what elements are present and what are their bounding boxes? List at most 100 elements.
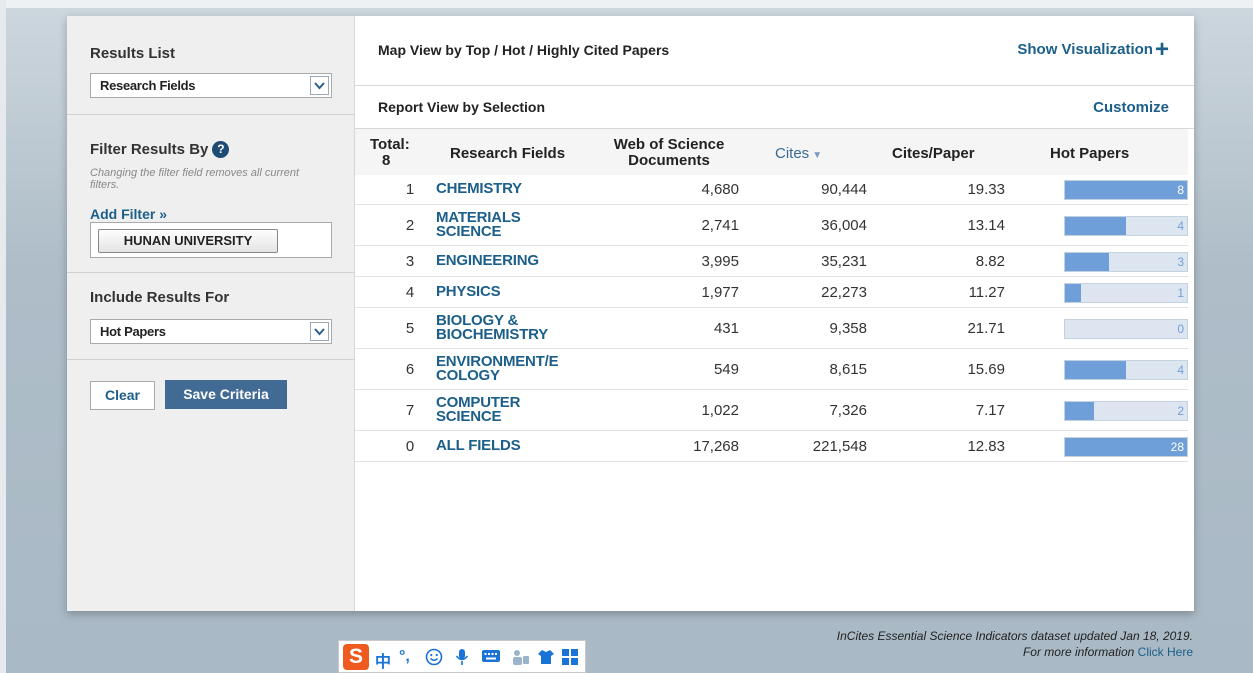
- main-panel: Results List Research Fields Filter Resu…: [67, 16, 1194, 611]
- hot-papers-bar: 3: [1064, 251, 1188, 272]
- tools-icon[interactable]: [511, 648, 531, 671]
- sidebar-divider: [67, 359, 355, 360]
- cites-cell: 22,273: [821, 283, 867, 301]
- cites-per-paper-cell: 15.69: [967, 360, 1005, 378]
- header-docs-line1: Web of Science: [613, 136, 725, 153]
- hot-papers-bar: 4: [1064, 359, 1188, 380]
- rank-cell: 6: [405, 360, 415, 378]
- research-field-link[interactable]: ENVIRONMENT/E COLOGY: [436, 354, 586, 384]
- research-field-label: ENGINEERING: [436, 251, 539, 269]
- hot-papers-count: 4: [1177, 362, 1184, 377]
- documents-cell: 1,022: [701, 401, 739, 419]
- filter-chip-hunan-university[interactable]: HUNAN UNIVERSITY: [98, 229, 278, 253]
- include-results-title: Include Results For: [90, 289, 230, 306]
- rank-cell: 4: [405, 283, 415, 301]
- chevron-down-icon[interactable]: [310, 76, 329, 95]
- table-row: 1 CHEMISTRY 4,680 90,444 19.33 8: [355, 175, 1188, 205]
- left-edge: [0, 0, 6, 673]
- cites-per-paper-cell: 19.33: [967, 181, 1005, 198]
- research-field-link[interactable]: MATERIALS SCIENCE: [436, 210, 586, 239]
- results-list-value: Research Fields: [100, 78, 196, 93]
- rank-cell: 7: [405, 401, 415, 419]
- ime-chinese-mode[interactable]: 中: [375, 648, 391, 672]
- header-wos-documents[interactable]: Web of Science Documents: [609, 137, 729, 169]
- smiley-icon[interactable]: [425, 648, 443, 671]
- header-cites-label: Cites: [775, 145, 810, 162]
- cites-cell: 90,444: [821, 181, 867, 198]
- cites-per-paper-cell: 21.71: [967, 319, 1005, 337]
- ime-punctuation[interactable]: °,: [399, 648, 410, 666]
- hot-papers-bar-fill: [1065, 437, 1187, 456]
- chevron-down-icon[interactable]: [310, 322, 329, 341]
- header-cites-per-paper[interactable]: Cites/Paper: [892, 146, 975, 162]
- table-row: 7 COMPUTER SCIENCE 1,022 7,326 7.17 2: [355, 390, 1188, 431]
- hot-papers-bar-fill: [1065, 216, 1126, 235]
- hot-papers-count: 2: [1177, 403, 1184, 418]
- include-results-value: Hot Papers: [100, 324, 166, 339]
- research-field-label: ALL FIELDS: [436, 436, 521, 454]
- sidebar-divider: [67, 114, 355, 115]
- header-research-fields[interactable]: Research Fields: [450, 146, 565, 162]
- hot-papers-count: 3: [1177, 254, 1184, 269]
- filter-box: HUNAN UNIVERSITY: [90, 222, 332, 258]
- hot-papers-count: 28: [1170, 439, 1184, 454]
- header-hot-papers[interactable]: Hot Papers: [1050, 146, 1129, 162]
- hot-papers-bar: 28: [1064, 436, 1188, 457]
- research-field-link[interactable]: ENGINEERING: [436, 251, 586, 269]
- grid-icon[interactable]: [561, 648, 579, 671]
- cites-cell: 221,548: [812, 437, 867, 455]
- total-value: 8: [382, 152, 391, 169]
- include-results-select[interactable]: Hot Papers: [90, 319, 332, 344]
- sort-desc-icon: ▼: [812, 150, 823, 161]
- documents-cell: 1,977: [701, 283, 739, 301]
- hot-papers-count: 4: [1177, 218, 1184, 233]
- show-visualization-link[interactable]: Show Visualization+: [1017, 36, 1169, 63]
- report-area: Map View by Top / Hot / Highly Cited Pap…: [355, 16, 1194, 611]
- hot-papers-bar: 8: [1064, 180, 1188, 200]
- cites-per-paper-cell: 7.17: [975, 401, 1005, 419]
- hot-papers-count: 8: [1177, 183, 1184, 197]
- help-icon[interactable]: ?: [212, 141, 230, 158]
- documents-cell: 4,680: [701, 181, 739, 198]
- research-field-link[interactable]: PHYSICS: [436, 282, 586, 300]
- research-field-label: COLOGY: [436, 366, 500, 384]
- research-field-link[interactable]: CHEMISTRY: [436, 181, 586, 196]
- cites-per-paper-cell: 12.83: [967, 437, 1005, 455]
- hot-papers-bar-fill: [1065, 283, 1081, 302]
- click-here-link[interactable]: Click Here: [1138, 645, 1193, 659]
- sidebar: Results List Research Fields Filter Resu…: [67, 16, 355, 611]
- hot-papers-bar: 2: [1064, 400, 1188, 421]
- report-view-title: Report View by Selection: [378, 99, 546, 115]
- results-list-select[interactable]: Research Fields: [90, 73, 332, 98]
- customize-link[interactable]: Customize: [1093, 99, 1169, 116]
- table-row: 3 ENGINEERING 3,995 35,231 8.82 3: [355, 246, 1188, 277]
- rank-cell: 2: [405, 216, 415, 234]
- ime-toolbar: S 中 °,: [338, 640, 586, 673]
- map-view-title: Map View by Top / Hot / Highly Cited Pap…: [378, 42, 670, 58]
- hot-papers-bar-fill: [1065, 181, 1187, 199]
- research-field-link[interactable]: BIOLOGY & BIOCHEMISTRY: [436, 313, 586, 342]
- research-field-link[interactable]: ALL FIELDS: [436, 436, 586, 454]
- keyboard-icon[interactable]: [481, 648, 501, 669]
- cites-cell: 8,615: [829, 360, 867, 378]
- skin-icon[interactable]: [537, 648, 555, 671]
- documents-cell: 3,995: [701, 252, 739, 270]
- research-field-label: PHYSICS: [436, 282, 501, 300]
- filter-results-label: Filter Results By: [90, 141, 209, 158]
- sidebar-divider: [67, 272, 355, 273]
- ime-logo[interactable]: S: [343, 644, 369, 670]
- save-criteria-button[interactable]: Save Criteria: [165, 380, 287, 409]
- research-field-label: SCIENCE: [436, 407, 502, 425]
- add-filter-link[interactable]: Add Filter »: [90, 206, 167, 222]
- rank-cell: 0: [405, 437, 415, 455]
- hot-papers-bar-fill: [1065, 401, 1095, 420]
- hot-papers-count: 0: [1177, 321, 1184, 336]
- microphone-icon[interactable]: [455, 648, 469, 671]
- research-field-link[interactable]: COMPUTER SCIENCE: [436, 395, 586, 425]
- plus-icon: +: [1154, 36, 1169, 63]
- table-header: Total: 8 Research Fields Web of Science …: [355, 129, 1188, 175]
- header-cites[interactable]: Cites ▼: [775, 146, 822, 164]
- table-row: 0 ALL FIELDS 17,268 221,548 12.83 28: [355, 431, 1188, 462]
- clear-button[interactable]: Clear: [90, 381, 155, 410]
- cites-cell: 36,004: [821, 216, 867, 234]
